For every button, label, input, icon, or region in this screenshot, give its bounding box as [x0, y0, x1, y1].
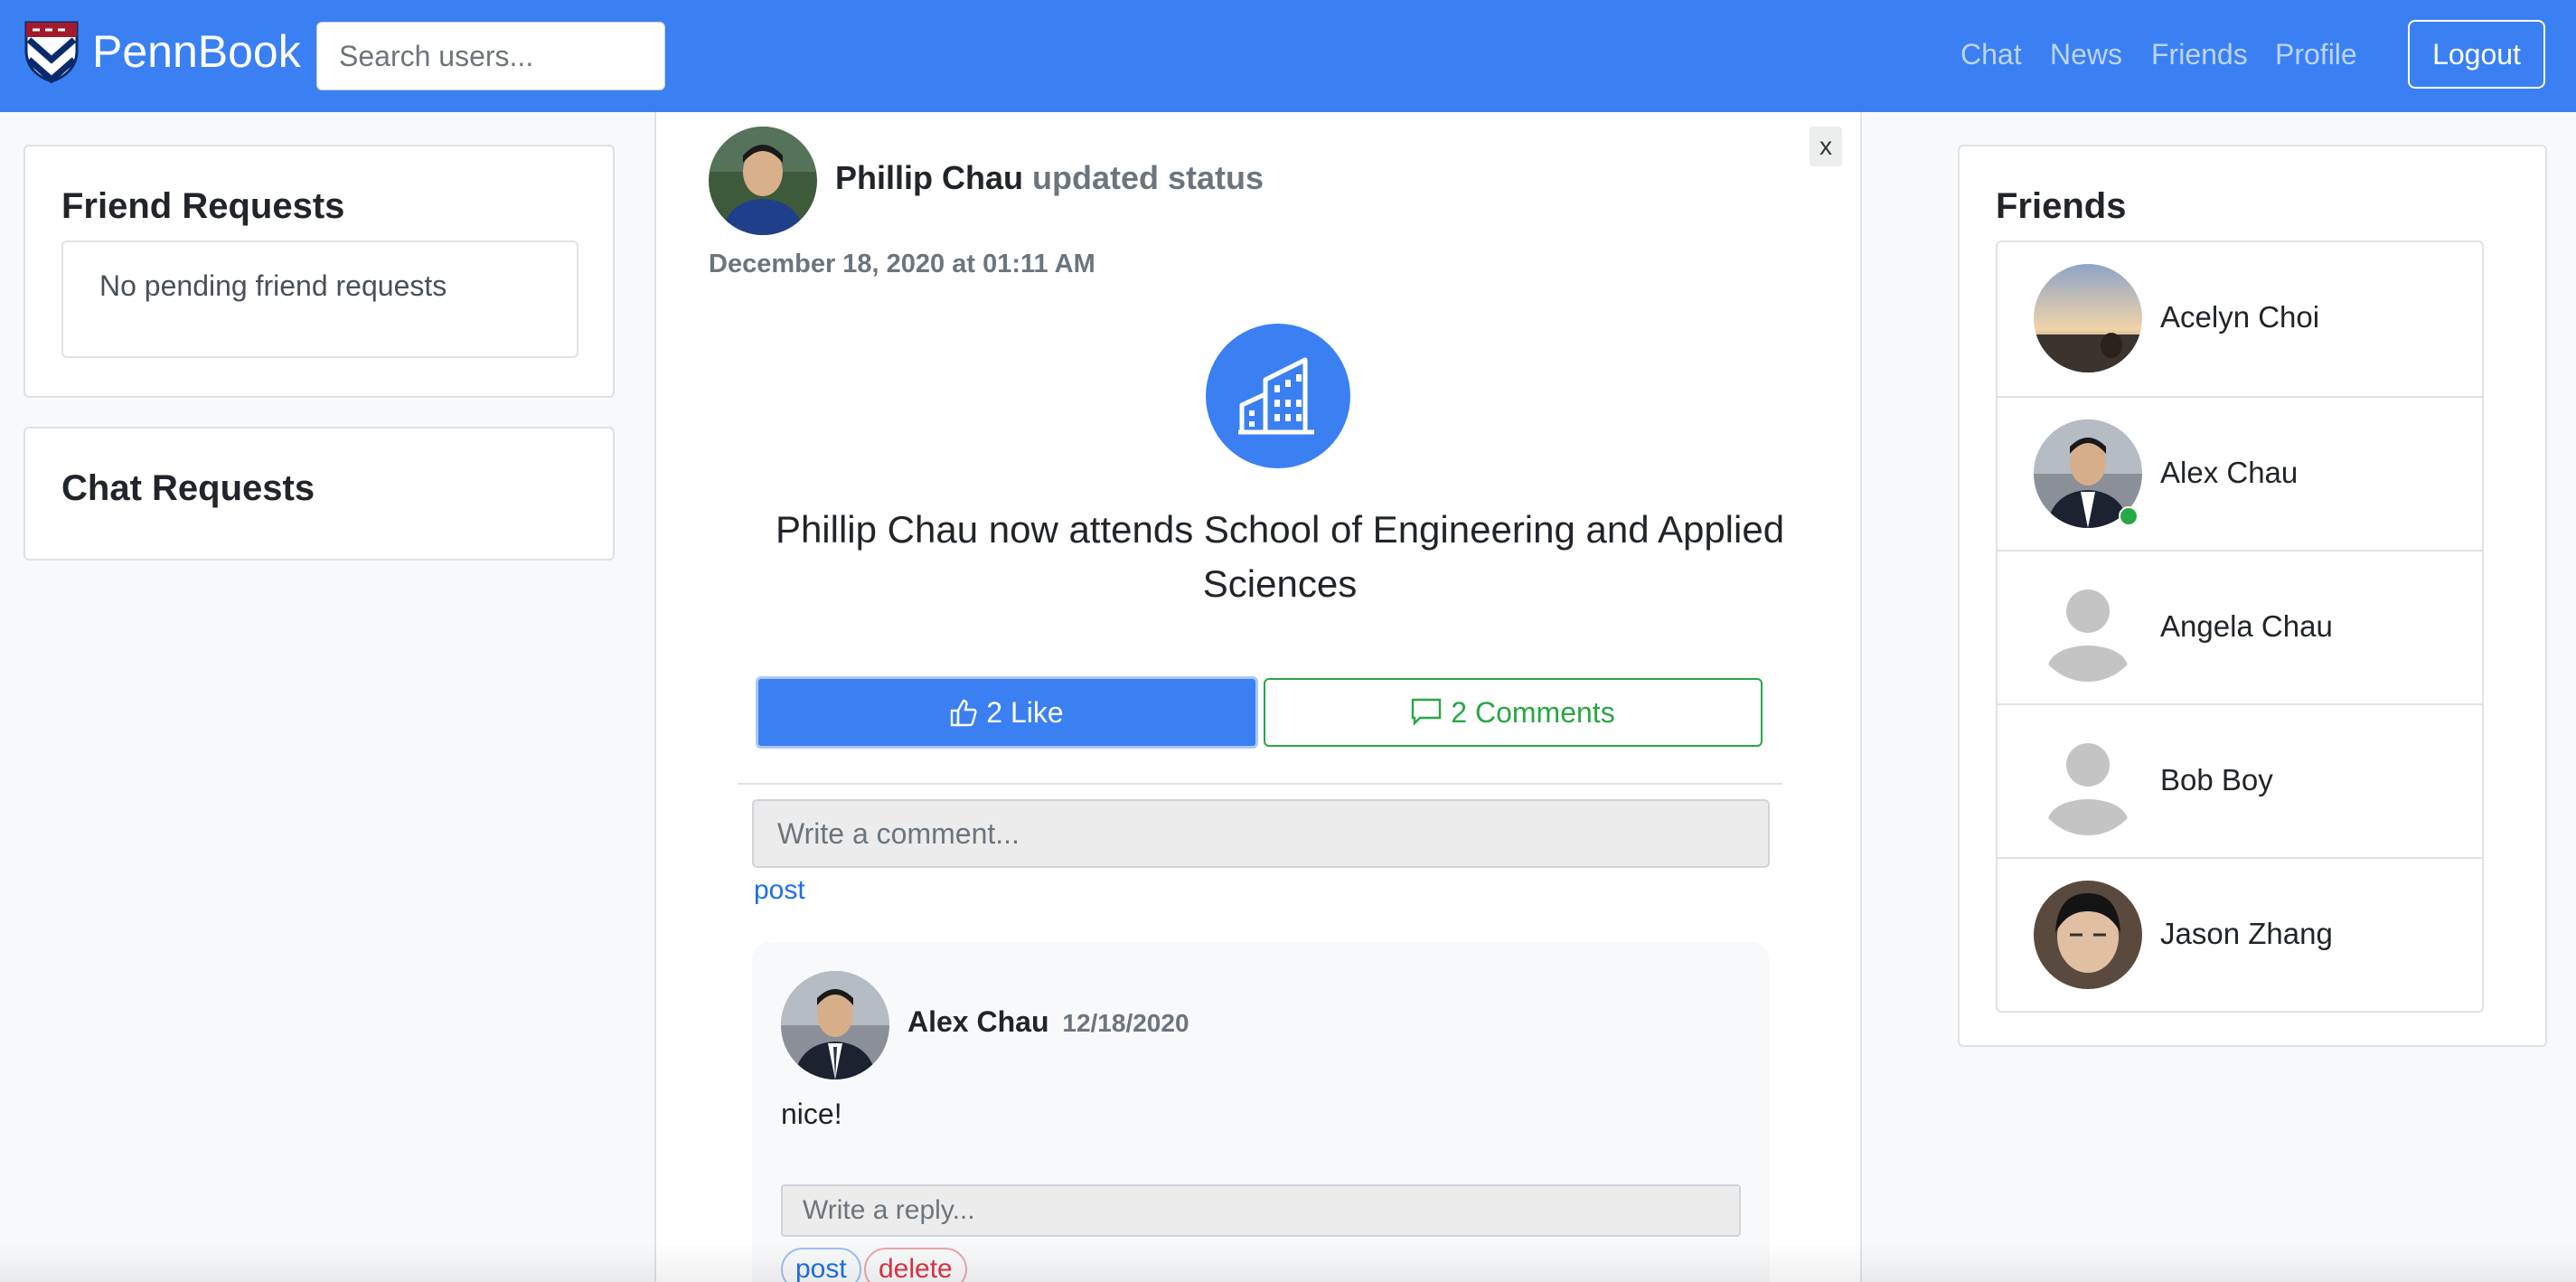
friends-title: Friends — [1996, 186, 2127, 226]
like-button[interactable]: 2 Like — [756, 676, 1258, 749]
comment-input[interactable] — [752, 799, 1770, 868]
friend-requests-title: Friend Requests — [61, 186, 345, 226]
friend-item[interactable]: Angela Chau — [1998, 550, 2482, 703]
reply-post-button[interactable]: post — [781, 1248, 861, 1282]
penn-shield-logo-icon — [24, 21, 79, 83]
thumbs-up-icon — [951, 699, 977, 727]
navbar: PennBook Chat News Friends Profile Logou… — [0, 0, 2576, 112]
nav-link-chat[interactable]: Chat — [1960, 38, 2022, 71]
comment-delete-button[interactable]: delete — [864, 1248, 967, 1282]
brand-name: PennBook — [92, 26, 301, 77]
post-author-name[interactable]: Phillip Chau — [835, 159, 1023, 196]
friend-item[interactable]: Alex Chau — [1998, 396, 2482, 550]
comment-author-name[interactable]: Alex Chau — [907, 1005, 1048, 1038]
close-button[interactable]: x — [1810, 127, 1842, 166]
post-header: Phillip Chau updated status — [835, 159, 1264, 197]
comment-header: Alex Chau 12/18/2020 — [907, 1005, 1189, 1039]
chat-requests-card: Chat Requests — [24, 427, 615, 561]
friend-requests-empty: No pending friend requests — [61, 240, 578, 358]
friend-item[interactable]: Jason Zhang — [1998, 857, 2482, 1011]
online-status-indicator — [2119, 506, 2139, 526]
friend-name: Angela Chau — [2160, 609, 2333, 643]
friend-item[interactable]: Acelyn Choi — [1998, 242, 2482, 396]
like-label: 2 Like — [986, 695, 1064, 729]
friends-card: Friends Acelyn Choi Alex Chau Angela Cha… — [1958, 145, 2547, 1047]
nav-link-news[interactable]: News — [2050, 38, 2122, 71]
default-avatar-icon — [2034, 727, 2142, 835]
post-detail-panel: Phillip Chau updated status December 18,… — [654, 112, 1862, 1282]
default-avatar-icon — [2034, 573, 2142, 682]
friend-name: Alex Chau — [2160, 456, 2299, 489]
reply-input[interactable] — [781, 1184, 1741, 1237]
nav-link-profile[interactable]: Profile — [2275, 38, 2357, 71]
search-input[interactable] — [316, 22, 665, 90]
comment-date: 12/18/2020 — [1062, 1009, 1189, 1037]
comment-author-avatar[interactable] — [781, 971, 889, 1079]
comments-label: 2 Comments — [1451, 695, 1615, 729]
post-comment-link[interactable]: post — [754, 875, 805, 906]
status-text: Phillip Chau now attends School of Engin… — [775, 508, 1785, 605]
friend-item[interactable]: Bob Boy — [1998, 703, 2482, 857]
building-icon — [1206, 324, 1350, 468]
friend-avatar — [2034, 881, 2142, 989]
post-author-avatar[interactable] — [709, 127, 817, 235]
comments-button[interactable]: 2 Comments — [1264, 678, 1763, 747]
logout-button[interactable]: Logout — [2408, 20, 2545, 89]
friend-name: Acelyn Choi — [2160, 300, 2320, 334]
brand[interactable]: PennBook — [24, 20, 301, 83]
divider — [738, 783, 1782, 785]
friend-requests-card: Friend Requests No pending friend reques… — [24, 145, 615, 398]
friend-avatar — [2034, 264, 2142, 372]
friend-name: Bob Boy — [2160, 763, 2273, 797]
friend-list: Acelyn Choi Alex Chau Angela Chau Bob Bo… — [1996, 240, 2484, 1013]
post-action-text: updated status — [1032, 159, 1264, 196]
nav-link-friends[interactable]: Friends — [2151, 38, 2248, 71]
comment-bubble-icon — [1412, 698, 1442, 726]
post-date: December 18, 2020 at 01:11 AM — [709, 250, 1095, 278]
chat-requests-title: Chat Requests — [61, 468, 315, 508]
comment-card: Alex Chau 12/18/2020 nice! post delete — [752, 942, 1770, 1282]
friend-name: Jason Zhang — [2160, 917, 2333, 950]
comment-text: nice! — [781, 1098, 842, 1130]
